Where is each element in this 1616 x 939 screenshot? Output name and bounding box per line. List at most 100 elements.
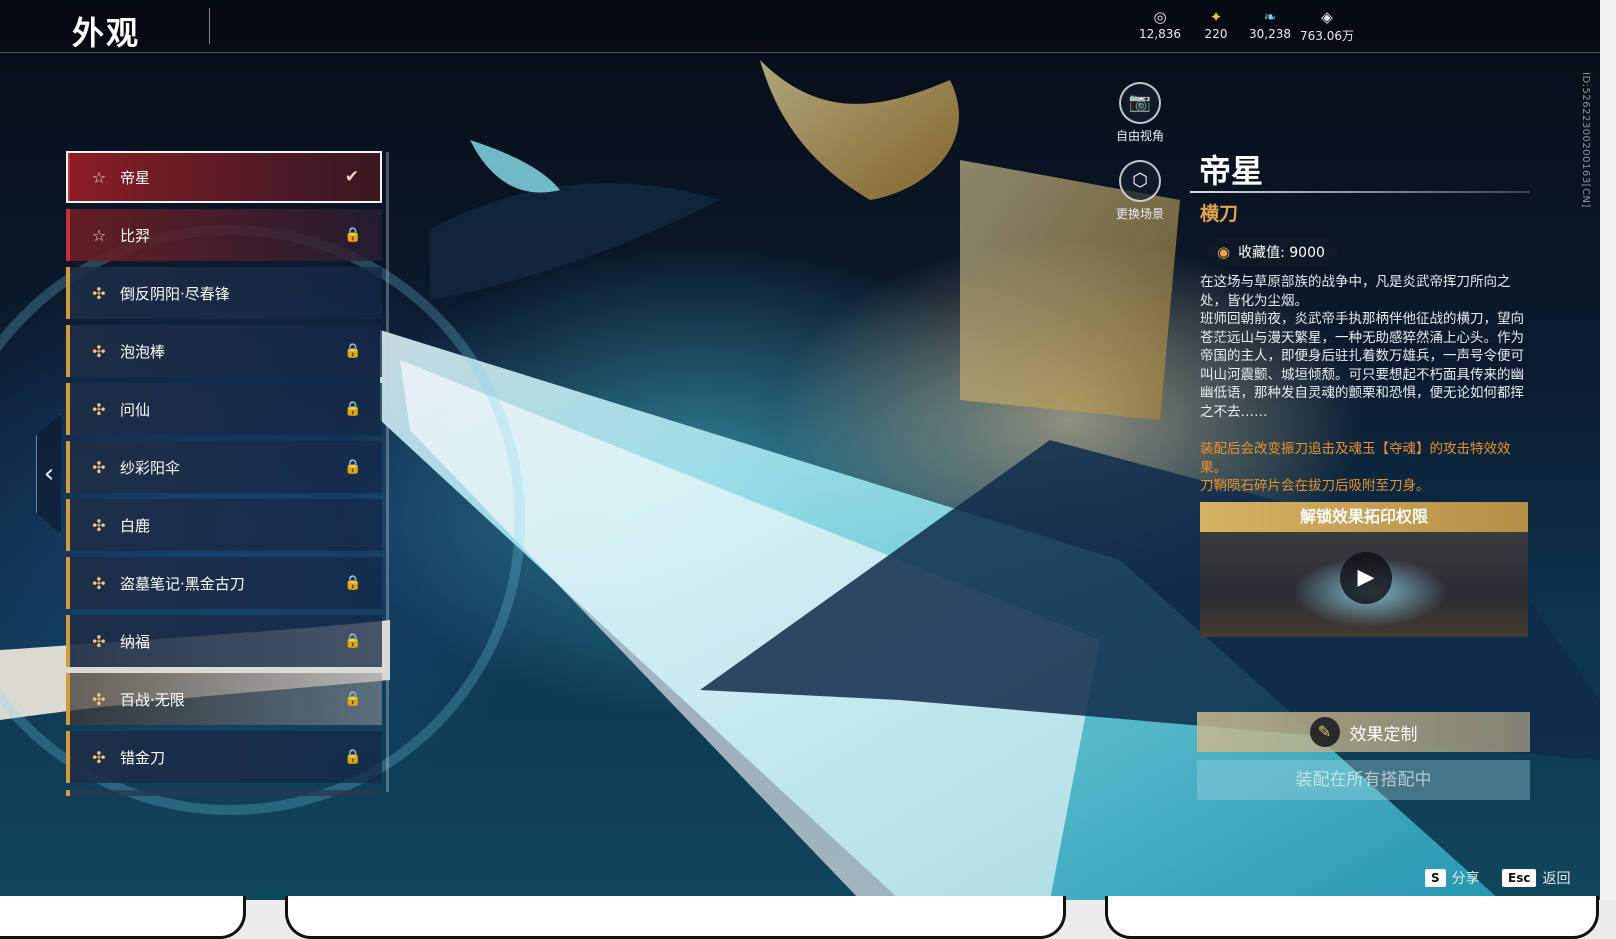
list-item[interactable]: ✣ 泡泡棒 🔒 <box>66 325 382 377</box>
back-hint[interactable]: Esc 返回 <box>1502 868 1570 888</box>
weapon-type: 横刀 <box>1200 203 1239 225</box>
check-icon: ✔ <box>344 167 360 187</box>
effect-line: 刀鞘陨石碎片会在拔刀后吸附至刀身。 <box>1200 478 1430 494</box>
lock-icon: 🔒 <box>344 633 362 649</box>
list-item-partial <box>66 790 382 796</box>
lock-icon: 🔒 <box>344 575 362 591</box>
page-title: 外观 <box>72 14 141 52</box>
lock-icon: 🔒 <box>344 401 362 417</box>
share-hint[interactable]: S 分享 <box>1425 868 1480 888</box>
list-item[interactable]: ✣ 盗墓笔记·黑金古刀 🔒 <box>66 557 382 609</box>
game-viewport: 外观 ◎ 12,836 ✦ 220 ❧ 30,238 ◈ 763.06万 ID:… <box>0 0 1600 900</box>
effect-customize-label: 效果定制 <box>1349 724 1418 745</box>
rarity-icon: ✣ <box>92 341 106 361</box>
skin-title: 帝星 <box>1199 152 1264 190</box>
lock-icon: 🔒 <box>344 227 362 243</box>
rarity-icon: ✣ <box>92 457 106 477</box>
list-item-name: 白鹿 <box>120 516 151 535</box>
feather-icon: ❧ <box>1263 8 1277 26</box>
currency-value: 763.06万 <box>1300 29 1354 43</box>
list-scrollbar[interactable] <box>386 152 389 792</box>
list-item-name: 纳福 <box>120 632 151 651</box>
description-paragraph: 班师回朝前夜，炎武帝手执那柄伴他征战的横刀，望向苍茫远山与漫天繁星，一种无助感猝… <box>1200 311 1524 420</box>
change-scene-button[interactable]: ⬡ 更换场景 <box>1095 160 1185 222</box>
list-item-name: 百战·无限 <box>120 690 185 709</box>
decorative-shape <box>285 896 1066 939</box>
rarity-icon: ✣ <box>92 399 106 419</box>
chevron-left-icon: ‹ <box>43 459 55 489</box>
collapse-panel-button[interactable]: ‹ <box>36 414 61 534</box>
list-item[interactable]: ✣ 错金刀 🔒 <box>66 731 382 783</box>
key-esc: Esc <box>1502 869 1537 887</box>
decorative-shape <box>1105 896 1599 939</box>
star-icon: ☆ <box>91 225 107 245</box>
key-s: S <box>1425 869 1446 887</box>
diamond-icon: ◈ <box>1321 8 1333 26</box>
effect-customize-button[interactable]: ✎ 效果定制 <box>1197 712 1530 752</box>
change-scene-label: 更换场景 <box>1115 207 1164 221</box>
lock-icon: 🔒 <box>344 749 362 765</box>
list-item[interactable]: ☆ 比羿 🔒 <box>66 209 382 261</box>
title-underline <box>1190 191 1530 193</box>
ticket-icon: ✦ <box>1209 8 1223 26</box>
lock-icon: 🔒 <box>344 343 362 359</box>
play-icon[interactable]: ▶ <box>1340 552 1392 604</box>
camera-icon: 📷 <box>1119 82 1161 124</box>
unlock-effect-card[interactable]: 解锁效果拓印权限 ▶ <box>1200 502 1528 637</box>
top-bar: 外观 ◎ 12,836 ✦ 220 ❧ 30,238 ◈ 763.06万 <box>0 0 1600 53</box>
list-item[interactable]: ✣ 纱彩阳伞 🔒 <box>66 441 382 493</box>
skin-list[interactable]: ☆ 帝星 ✔ ☆ 比羿 🔒 ✣ 倒反阴阳·尽春锋 ✣ 泡泡棒 🔒 ✣ 问仙 🔒 … <box>66 151 384 797</box>
currency-coins: ◎ 12,836 <box>1130 9 1190 41</box>
currency-value: 220 <box>1204 27 1228 41</box>
rarity-icon: ✣ <box>92 631 106 651</box>
share-label: 分享 <box>1451 871 1480 887</box>
list-item[interactable]: ✣ 倒反阴阳·尽春锋 <box>66 267 382 319</box>
currency-diamonds: ◈ 763.06万 <box>1297 9 1357 44</box>
collection-value-badge: ◉ 收藏值: 9000 <box>1207 238 1339 266</box>
skin-effect-text: 装配后会改变振刀追击及魂玉【夺魂】的攻击特效效果。 刀鞘陨石碎片会在拔刀后吸附至… <box>1200 440 1535 496</box>
currency-feathers: ❧ 30,238 <box>1240 9 1300 41</box>
effect-line: 装配后会改变振刀追击及魂玉【夺魂】的攻击特效效果。 <box>1200 441 1511 476</box>
back-label: 返回 <box>1542 871 1571 887</box>
rarity-icon: ✣ <box>92 689 106 709</box>
brush-icon: ✎ <box>1309 717 1340 747</box>
player-id-label: ID:52622300200163[CN] <box>1580 72 1591 208</box>
collection-value: 收藏值: 9000 <box>1238 245 1325 261</box>
rarity-icon: ✣ <box>92 515 106 535</box>
list-item[interactable]: ✣ 白鹿 <box>66 499 382 551</box>
free-view-label: 自由视角 <box>1115 129 1164 143</box>
list-item-name: 帝星 <box>120 168 151 187</box>
list-item[interactable]: ✣ 纳福 🔒 <box>66 615 382 667</box>
description-paragraph: 在这场与草原部族的战争中，凡是炎武帝挥刀所向之处，皆化为尘烟。 <box>1200 274 1511 309</box>
list-item-name: 错金刀 <box>120 748 166 767</box>
collection-icon: ◉ <box>1217 243 1231 261</box>
equip-all-button[interactable]: 装配在所有搭配中 <box>1197 760 1530 800</box>
unlock-effect-title: 解锁效果拓印权限 <box>1200 502 1528 532</box>
currency-value: 30,238 <box>1249 27 1291 41</box>
rarity-icon: ✣ <box>92 573 106 593</box>
lock-icon: 🔒 <box>344 691 362 707</box>
scene-cube-icon: ⬡ <box>1119 160 1161 202</box>
decorative-shape <box>0 896 246 939</box>
currency-value: 12,836 <box>1139 27 1181 41</box>
list-item[interactable]: ✣ 百战·无限 🔒 <box>66 673 382 725</box>
star-icon: ☆ <box>91 167 107 187</box>
title-divider <box>209 8 210 44</box>
rarity-icon: ✣ <box>92 747 106 767</box>
free-view-button[interactable]: 📷 自由视角 <box>1095 82 1185 144</box>
coin-stack-icon: ◎ <box>1153 8 1167 26</box>
rarity-icon: ✣ <box>92 283 106 303</box>
list-item[interactable]: ☆ 帝星 ✔ <box>66 151 382 203</box>
lock-icon: 🔒 <box>344 459 362 475</box>
list-item-name: 泡泡棒 <box>120 342 166 361</box>
window-bottom-strip <box>0 896 1616 939</box>
list-item-name: 纱彩阳伞 <box>120 458 181 477</box>
effect-preview-video[interactable]: ▶ <box>1200 532 1528 637</box>
list-item-name: 问仙 <box>120 400 151 419</box>
list-item[interactable]: ✣ 问仙 🔒 <box>66 383 382 435</box>
list-item-name: 倒反阴阳·尽春锋 <box>120 284 230 303</box>
list-item-name: 盗墓笔记·黑金古刀 <box>120 574 245 593</box>
currency-tickets: ✦ 220 <box>1186 9 1246 41</box>
list-item-name: 比羿 <box>120 226 151 245</box>
skin-description: 在这场与草原部族的战争中，凡是炎武帝挥刀所向之处，皆化为尘烟。 班师回朝前夜，炎… <box>1200 273 1535 421</box>
